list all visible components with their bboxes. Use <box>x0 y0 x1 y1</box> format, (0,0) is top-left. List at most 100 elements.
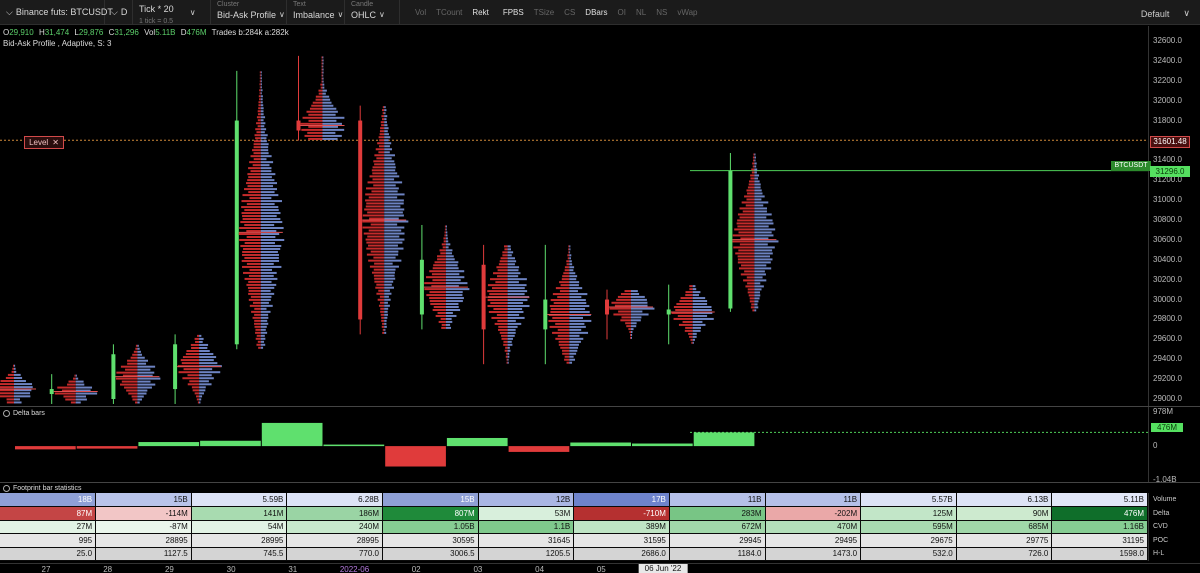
footprint-cell: 1184.0 <box>669 547 766 561</box>
ask-volume-bar <box>507 328 516 331</box>
ask-volume-bar <box>445 261 459 264</box>
ask-volume-bar <box>260 289 271 292</box>
date-tick-label: 31 <box>288 565 298 573</box>
bid-volume-bar <box>254 134 261 137</box>
bid-volume-bar <box>259 71 261 74</box>
price-tick-label: 30400.0 <box>1153 254 1182 264</box>
ask-volume-bar <box>260 268 272 271</box>
ask-volume-bar <box>260 140 267 143</box>
ask-volume-bar <box>384 133 389 136</box>
bid-volume-bar <box>549 305 570 308</box>
cluster-selector[interactable]: Cluster Bid-Ask Profile ∨ <box>211 0 287 25</box>
date-axis[interactable]: 27 28 29 30 31 2022-06 02 03 04 05 06 Jun '22 <box>0 563 1200 573</box>
ask-volume-bar <box>754 246 775 249</box>
toolbar-flag-vwap[interactable]: vWap <box>672 8 702 17</box>
text-caption: Text <box>293 0 306 8</box>
bid-volume-bar <box>246 283 261 286</box>
bid-volume-bar <box>494 322 508 325</box>
ask-volume-bar <box>754 261 771 264</box>
price-chart[interactable] <box>0 26 1148 406</box>
delta-bar <box>385 446 446 467</box>
ask-volume-bar <box>322 56 324 59</box>
bid-volume-bar <box>382 331 385 334</box>
price-axis[interactable]: 32600.032400.032200.032000.031800.031600… <box>1148 26 1200 406</box>
bid-volume-bar <box>63 395 76 398</box>
bid-volume-bar <box>5 376 14 379</box>
ask-volume-bar <box>384 286 394 289</box>
ask-volume-bar <box>384 154 395 157</box>
bid-volume-bar <box>366 187 385 190</box>
ask-volume-bar <box>14 373 21 376</box>
text-selector[interactable]: Text Imbalance ∨ <box>287 0 345 25</box>
toolbar-flag-fpbs[interactable]: FPBS <box>498 8 529 17</box>
ask-volume-bar <box>754 279 767 282</box>
delta-bars-chart[interactable] <box>0 410 1148 480</box>
ask-volume-bar <box>137 377 161 380</box>
footprint-cell: 29775 <box>956 533 1053 548</box>
ask-volume-bar <box>384 235 400 238</box>
ask-volume-bar <box>137 365 156 368</box>
ask-volume-bar <box>384 250 399 253</box>
ask-volume-bar <box>260 131 265 134</box>
ask-volume-bar <box>384 175 400 178</box>
bid-volume-bar <box>749 300 755 303</box>
ask-volume-bar <box>445 267 459 270</box>
footprint-cell: 1127.5 <box>95 547 192 561</box>
candle-body <box>358 120 363 320</box>
bid-volume-bar <box>734 228 755 231</box>
footprint-cell: 31595 <box>573 533 670 548</box>
bid-volume-bar <box>426 294 446 297</box>
ask-volume-bar <box>137 401 140 404</box>
toolbar-flag-nl[interactable]: NL <box>631 8 651 17</box>
ask-volume-bar <box>260 80 262 83</box>
timeframe-selector[interactable]: ⌵ D <box>105 0 133 25</box>
footprint-cell: 807M <box>382 506 479 521</box>
bid-volume-bar <box>247 185 261 188</box>
symbol-selector[interactable]: ⌵ Binance futs: BTCUSDT <box>0 0 113 25</box>
template-selector[interactable]: Default ∨ <box>1141 8 1190 19</box>
toolbar-flag-ns[interactable]: NS <box>651 8 672 17</box>
toolbar-flag-tcount[interactable]: TCount <box>431 8 467 17</box>
bid-volume-bar <box>624 290 631 293</box>
bid-volume-bar <box>250 155 261 158</box>
ask-volume-bar <box>384 325 387 328</box>
ask-volume-bar <box>631 313 649 316</box>
bid-volume-bar <box>182 377 200 380</box>
bid-volume-bar <box>673 317 693 320</box>
price-tick-label: 30600.0 <box>1153 234 1182 244</box>
settings-icon[interactable] <box>3 484 10 492</box>
level-tag[interactable]: Level ✕ <box>24 136 64 149</box>
toolbar-flag-tsize[interactable]: TSize <box>529 8 559 17</box>
date-tick-label: 29 <box>164 565 174 573</box>
close-icon[interactable]: ✕ <box>52 138 59 147</box>
toolbar-flag-oi[interactable]: OI <box>613 8 631 17</box>
bid-volume-bar <box>626 325 631 328</box>
delta-axis: 978M 476M 0 -1.04B <box>1148 407 1200 484</box>
bid-volume-bar <box>258 101 261 104</box>
toolbar-flag-dbars[interactable]: DBars <box>580 8 612 17</box>
bid-volume-bar <box>194 337 200 340</box>
ask-volume-bar <box>384 307 389 310</box>
ask-volume-bar <box>384 292 392 295</box>
ask-volume-bar <box>384 208 405 211</box>
candle-selector[interactable]: Candle OHLC ∨ <box>345 0 400 25</box>
ask-volume-bar <box>75 383 85 386</box>
bid-volume-bar <box>732 240 755 243</box>
bid-volume-bar <box>691 341 693 344</box>
toolbar-flag-rekt[interactable]: Rekt <box>467 8 493 17</box>
bid-volume-bar <box>244 209 261 212</box>
ask-volume-bar <box>384 328 386 331</box>
ask-volume-bar <box>384 271 395 274</box>
bid-volume-bar <box>253 158 261 161</box>
ask-volume-bar <box>322 137 338 140</box>
toolbar-flag-cs[interactable]: CS <box>559 8 580 17</box>
ask-volume-bar <box>260 77 262 80</box>
ask-volume-bar <box>507 331 516 334</box>
delta-bar <box>323 444 385 447</box>
tick-selector[interactable]: Tick * 20 1 tick = 0.5 ∨ <box>133 0 211 25</box>
toolbar-flag-vol[interactable]: Vol <box>410 8 431 17</box>
bid-volume-bar <box>503 245 508 248</box>
delta-bar <box>570 442 631 447</box>
ask-volume-bar <box>199 359 214 362</box>
ask-volume-bar <box>260 179 275 182</box>
